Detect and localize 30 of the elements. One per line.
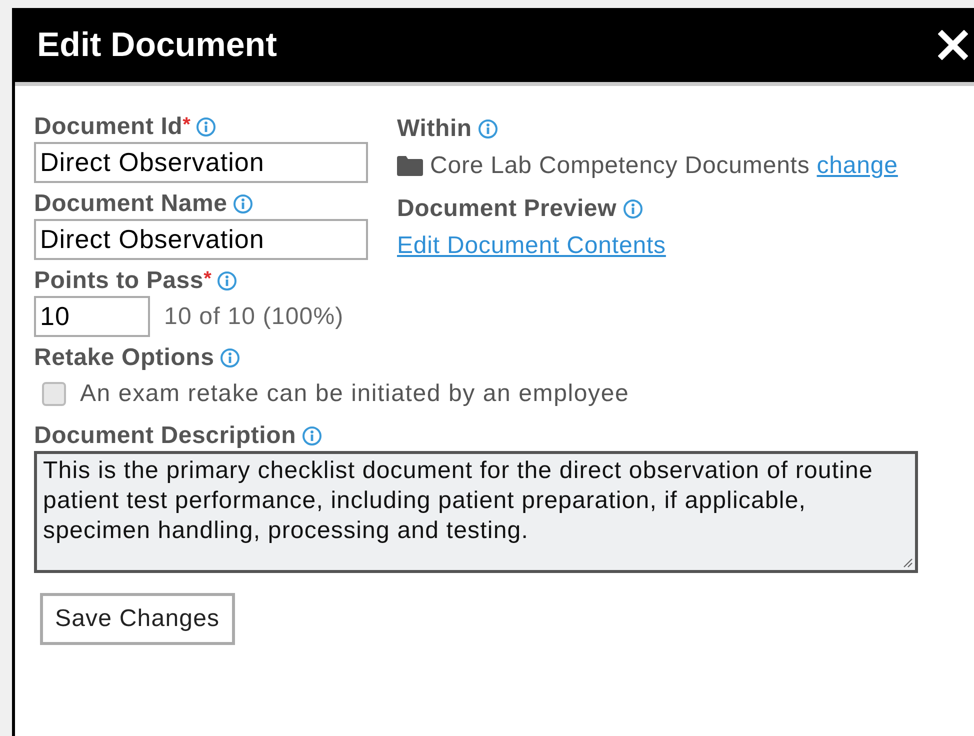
field-label: Retake Options (34, 344, 214, 372)
text-field[interactable]: Direct Observation (34, 219, 368, 260)
field-label: Document Description (34, 422, 296, 450)
checkbox[interactable] (42, 382, 66, 406)
resize-grip-icon[interactable] (901, 556, 913, 568)
field-label: Within (397, 115, 472, 143)
description-field[interactable]: This is the primary checklist document for the direct observation of routine patient test performance, including patient preparation, if applicable, specimen handling, processing and testing. (34, 451, 918, 573)
required-mark: * (204, 268, 212, 291)
required-mark: * (182, 114, 190, 137)
save-button[interactable]: Save Changes (40, 593, 235, 645)
description-text: This is the primary checklist document for the direct observation of routine patient test performance, including patient preparation, if applicable, specimen handling, processing and testing. (43, 457, 873, 544)
info-icon[interactable] (478, 119, 498, 139)
points-summary: 10 of 10 (100%) (164, 302, 344, 330)
text-field[interactable]: Direct Observation (34, 142, 368, 183)
info-icon[interactable] (196, 117, 216, 137)
field-label: Points to Pass (34, 267, 204, 295)
info-icon[interactable] (302, 426, 322, 446)
info-icon[interactable] (622, 199, 643, 219)
folder-icon (397, 156, 423, 176)
info-icon[interactable] (217, 271, 238, 291)
folder-name: Core Lab Competency Documents (430, 152, 810, 180)
field-label: Document Name (34, 190, 228, 218)
points-field[interactable]: 10 (34, 296, 150, 337)
info-icon[interactable] (220, 348, 240, 368)
checkbox-label: An exam retake can be initiated by an employee (80, 380, 630, 408)
close-icon[interactable] (938, 30, 968, 60)
field-label: Document Id (34, 113, 183, 141)
window-title: Edit Document (37, 26, 277, 64)
info-icon[interactable] (233, 194, 254, 214)
field-label: Document Preview (397, 195, 617, 223)
